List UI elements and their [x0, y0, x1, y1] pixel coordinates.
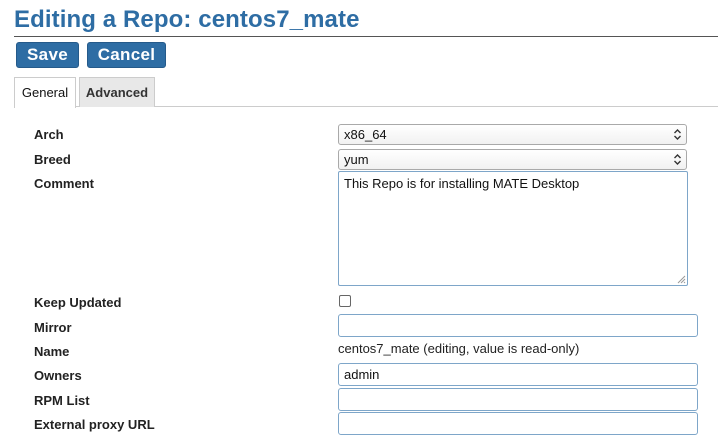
- updown-chevron-icon: [674, 129, 681, 140]
- breed-select-value: yum: [344, 152, 369, 167]
- mirror-label: Mirror: [34, 320, 72, 335]
- mirror-field[interactable]: [338, 314, 698, 337]
- rpm-list-field[interactable]: [338, 388, 698, 411]
- page-title: Editing a Repo: centos7_mate: [14, 6, 360, 33]
- proxy-url-field[interactable]: [338, 412, 698, 435]
- name-label: Name: [34, 344, 70, 359]
- resize-grip-icon[interactable]: [677, 275, 686, 284]
- arch-select-value: x86_64: [344, 127, 387, 142]
- keep-updated-checkbox[interactable]: [339, 295, 351, 307]
- save-button[interactable]: Save: [16, 42, 79, 68]
- cancel-button[interactable]: Cancel: [87, 42, 166, 68]
- keep-updated-label: Keep Updated: [34, 295, 122, 310]
- owners-field[interactable]: [338, 363, 698, 386]
- proxy-url-label: External proxy URL: [34, 417, 155, 432]
- tab-general[interactable]: General: [14, 77, 76, 108]
- comment-textarea[interactable]: This Repo is for installing MATE Desktop: [338, 171, 688, 286]
- name-readonly-value: centos7_mate (editing, value is read-onl…: [338, 341, 580, 356]
- arch-label: Arch: [34, 127, 64, 142]
- breed-select[interactable]: yum: [338, 149, 687, 170]
- arch-select[interactable]: x86_64: [338, 124, 687, 145]
- tab-advanced[interactable]: Advanced: [79, 77, 155, 107]
- breed-label: Breed: [34, 152, 71, 167]
- title-divider: [14, 36, 718, 37]
- rpm-list-label: RPM List: [34, 393, 90, 408]
- owners-label: Owners: [34, 368, 82, 383]
- tab-bar: General Advanced: [14, 77, 718, 108]
- comment-label: Comment: [34, 176, 94, 191]
- updown-chevron-icon: [674, 154, 681, 165]
